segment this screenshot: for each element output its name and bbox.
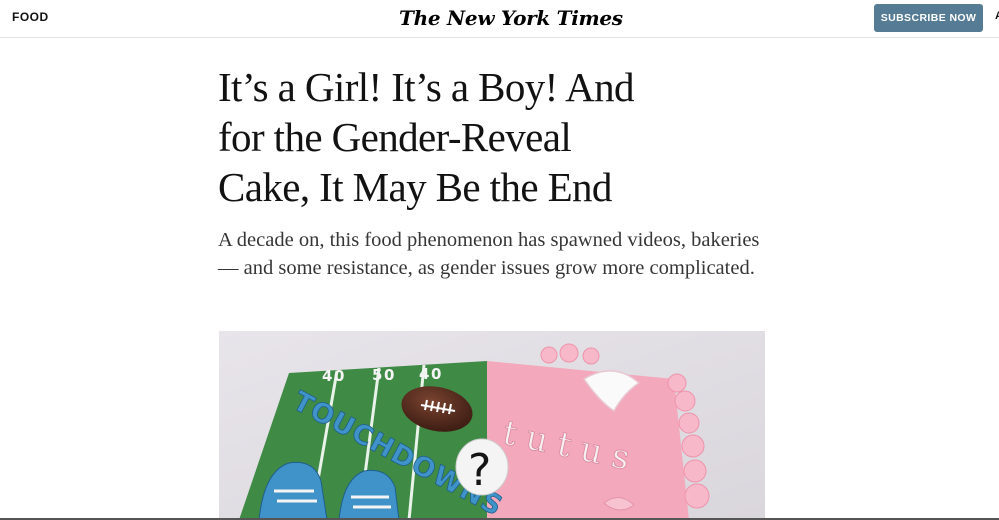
- yard-marker-4b: 4: [419, 365, 429, 383]
- question-mark-topper: ?: [468, 445, 491, 496]
- section-link-food[interactable]: FOOD: [12, 10, 49, 24]
- article-headline: It’s a Girl! It’s a Boy! And for the Gen…: [218, 64, 635, 210]
- subscribe-button[interactable]: SUBSCRIBE NOW: [874, 4, 983, 32]
- yard-marker-0c: 0: [431, 365, 441, 383]
- yard-marker-0b: 0: [384, 366, 394, 384]
- lead-image-gender-reveal-cake: 4 0 5 0 4 0 TOUCHDOWNS ? tutus: [219, 331, 765, 520]
- yard-marker-0a: 0: [334, 367, 344, 385]
- nyt-logo[interactable]: The New York Times: [399, 4, 623, 32]
- site-header: FOOD The New York Times SUBSCRIBE NOW A: [0, 0, 999, 38]
- article-summary: A decade on, this food phenomenon has sp…: [218, 229, 760, 279]
- yard-marker-5: 5: [372, 366, 382, 384]
- account-link-clipped[interactable]: A: [995, 10, 999, 22]
- yard-marker-4a: 4: [322, 367, 332, 385]
